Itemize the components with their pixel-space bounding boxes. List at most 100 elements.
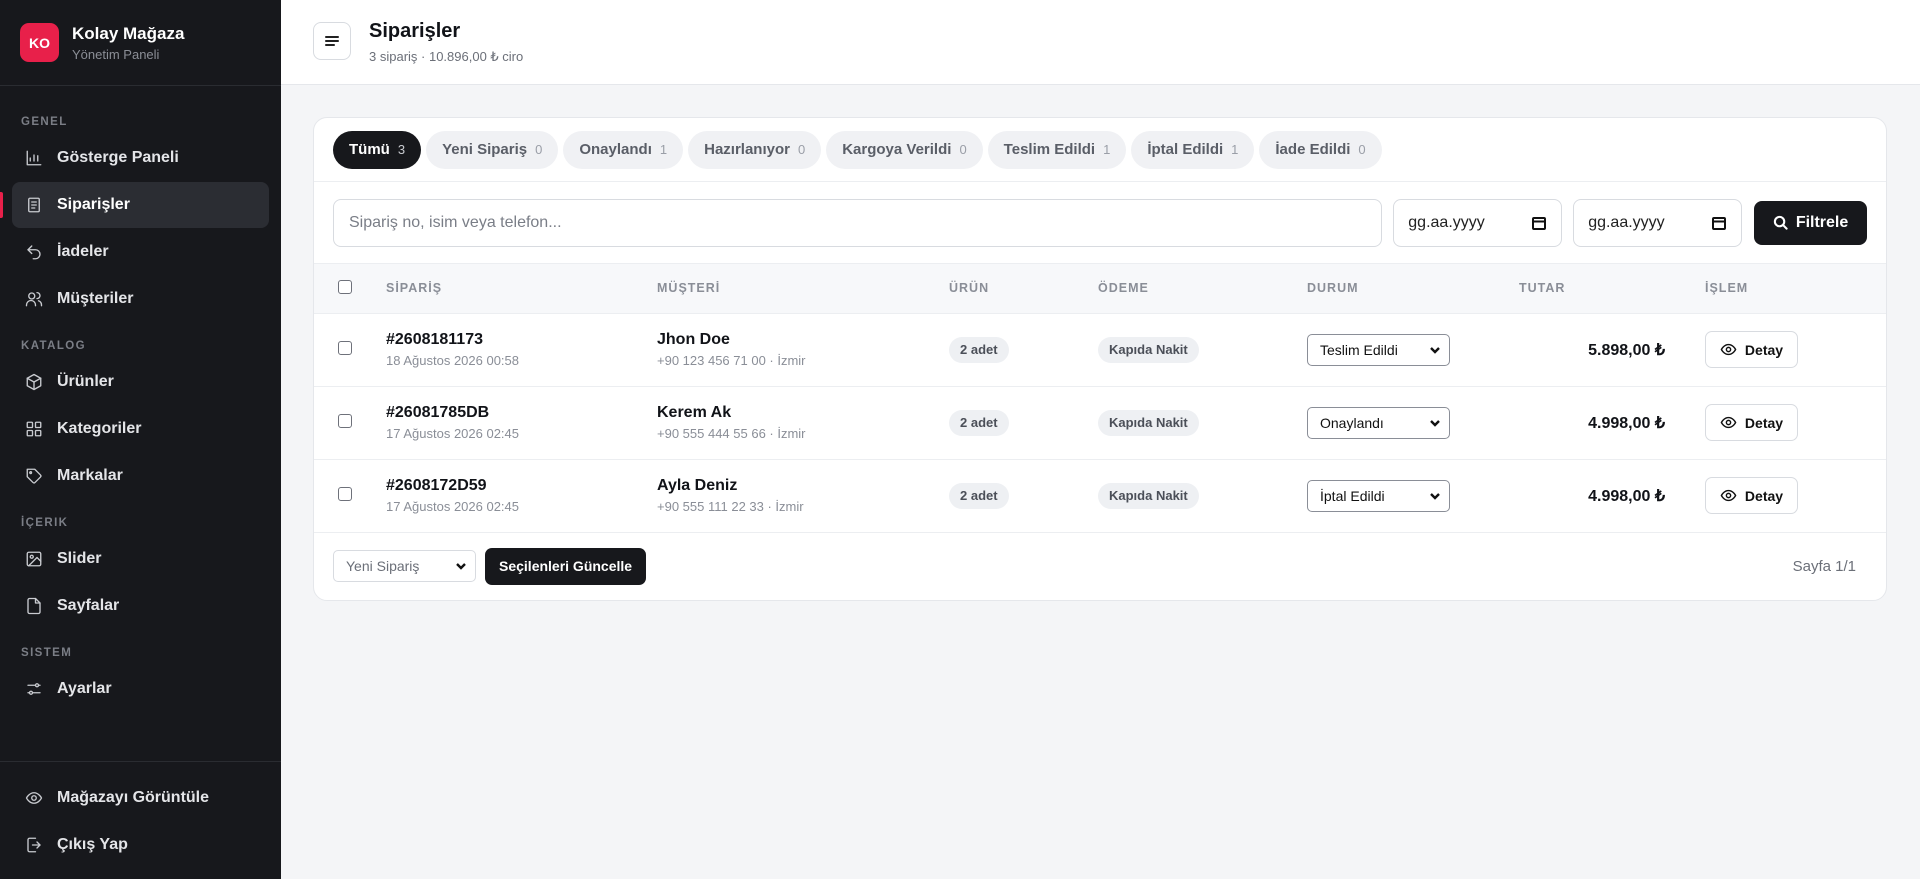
sidebar-item-label: Çıkış Yap	[57, 836, 128, 853]
logout-icon	[27, 837, 41, 853]
date-from-placeholder: gg.aa.yyyy	[1408, 213, 1485, 231]
sidebar-item-returns[interactable]: İadeler	[12, 229, 269, 275]
view-store-link[interactable]: Mağazayı Görüntüle	[12, 775, 269, 821]
bulk-status-value: Yeni Sipariş	[346, 558, 420, 574]
status-select[interactable]: Onaylandı	[1307, 406, 1450, 439]
tab-cancelled[interactable]: İptal Edildi 1	[1131, 130, 1255, 169]
select-all-checkbox[interactable]	[338, 279, 352, 294]
row-checkbox[interactable]	[338, 414, 352, 428]
sidebar-item-label: Ürünler	[57, 373, 114, 390]
bulk-status-select[interactable]: Yeni Sipariş	[333, 550, 476, 582]
tab-label: Yeni Sipariş	[442, 141, 528, 158]
nav-section-title: SISTEM	[21, 646, 73, 659]
nav-section-title: KATALOG	[21, 339, 86, 352]
sidebar-item-brands[interactable]: Markalar	[12, 453, 269, 499]
customer-name: Jhon Doe	[657, 331, 730, 348]
status-select[interactable]: Teslim Edildi	[1307, 333, 1450, 366]
bulk-update-button[interactable]: Seçilenleri Güncelle	[485, 547, 647, 585]
detail-button[interactable]: Detay	[1705, 477, 1798, 514]
chevron-down-icon	[456, 563, 466, 570]
search-input[interactable]	[333, 198, 1383, 247]
quantity-badge: 2 adet	[949, 482, 1009, 509]
tab-delivered[interactable]: Teslim Edildi 1	[987, 130, 1127, 169]
sidebar-footer: Mağazayı Görüntüle Çıkış Yap	[0, 761, 281, 879]
detail-button-label: Detay	[1744, 487, 1784, 504]
customer-name: Kerem Ak	[657, 404, 732, 421]
status-value: Teslim Edildi	[1320, 341, 1398, 358]
sidebar-item-categories[interactable]: Kategoriler	[12, 406, 269, 452]
sidebar-item-slider[interactable]: Slider	[12, 536, 269, 582]
tab-label: Hazırlanıyor	[704, 141, 790, 158]
sidebar-item-customers[interactable]: Müşteriler	[12, 276, 269, 322]
order-amount: 4.998,00 ₺	[1588, 487, 1665, 505]
sidebar-item-orders[interactable]: Siparişler	[0, 182, 269, 228]
order-number[interactable]: #2608172D59	[386, 477, 657, 495]
content: Tümü 3 Yeni Sipariş 0 Onaylandı 1 Hazırlanı…	[281, 85, 1920, 601]
sidebar-item-label: Mağazayı Görüntüle	[57, 789, 210, 806]
sidebar-item-label: Siparişler	[57, 196, 130, 213]
calendar-icon	[1532, 216, 1547, 230]
detail-button[interactable]: Detay	[1705, 331, 1798, 368]
tab-label: Kargoya Verildi	[842, 141, 952, 158]
filter-button[interactable]: Filtrele	[1754, 200, 1868, 245]
payment-badge: Kapıda Nakit	[1098, 409, 1199, 436]
status-value: Onaylandı	[1320, 414, 1384, 431]
tab-all[interactable]: Tümü 3	[333, 130, 422, 169]
customer-contact: +90 123 456 71 00 · İzmir	[657, 353, 806, 368]
date-to-placeholder: gg.aa.yyyy	[1588, 213, 1665, 231]
eye-icon	[1720, 416, 1737, 429]
order-number[interactable]: #2608181173	[386, 331, 657, 349]
brand-logo: KO	[20, 23, 59, 62]
date-from-field[interactable]: gg.aa.yyyy	[1393, 198, 1563, 247]
sidebar-item-label: Ayarlar	[57, 680, 112, 697]
detail-button-label: Detay	[1744, 341, 1784, 358]
tab-count: 1	[1103, 142, 1111, 157]
column-header: MÜŞTERİ	[657, 281, 721, 296]
row-checkbox[interactable]	[338, 341, 352, 355]
nav-section-title: GENEL	[21, 115, 68, 128]
eye-icon	[25, 792, 43, 804]
sidebar-nav: GENEL Gösterge Paneli Siparişler İadeler…	[0, 86, 281, 761]
date-to-field[interactable]: gg.aa.yyyy	[1573, 198, 1743, 247]
tab-label: İade Edildi	[1275, 141, 1351, 158]
sidebar-item-settings[interactable]: Ayarlar	[12, 666, 269, 712]
brand-name: Kolay Mağaza	[72, 23, 185, 43]
order-amount: 4.998,00 ₺	[1588, 414, 1665, 432]
tab-shipped[interactable]: Kargoya Verildi 0	[826, 130, 983, 169]
tab-label: Tümü	[349, 141, 390, 158]
eye-icon	[1720, 343, 1737, 356]
detail-button[interactable]: Detay	[1705, 404, 1798, 441]
tab-count: 0	[535, 142, 543, 157]
status-value: İptal Edildi	[1320, 487, 1385, 504]
order-date: 18 Ağustos 2026 00:58	[386, 353, 520, 368]
eye-icon	[1720, 489, 1737, 502]
calendar-icon	[1712, 216, 1727, 230]
tab-count: 1	[659, 142, 668, 157]
tab-preparing[interactable]: Hazırlanıyor 0	[688, 130, 822, 169]
sidebar-item-products[interactable]: Ürünler	[12, 359, 269, 405]
table-row: #26081785DB 17 Ağustos 2026 02:45 Kerem A…	[314, 386, 1886, 459]
tab-confirmed[interactable]: Onaylandı 1	[563, 130, 684, 169]
sidebar-item-dashboard[interactable]: Gösterge Paneli	[12, 135, 269, 181]
menu-toggle-button[interactable]	[313, 22, 351, 60]
quantity-badge: 2 adet	[949, 336, 1009, 363]
search-icon	[1773, 215, 1788, 230]
row-checkbox[interactable]	[338, 487, 352, 501]
pagination-info: Sayfa 1/1	[1792, 557, 1856, 575]
sidebar-item-pages[interactable]: Sayfalar	[12, 583, 269, 629]
main-area: Siparişler 3 sipariş · 10.896,00 ₺ ciro …	[281, 0, 1920, 879]
tab-label: İptal Edildi	[1147, 141, 1224, 158]
table-row: #2608181173 18 Ağustos 2026 00:58 Jhon Do…	[314, 313, 1886, 386]
table-row: #2608172D59 17 Ağustos 2026 02:45 Ayla De…	[314, 459, 1886, 532]
tab-returned[interactable]: İade Edildi 0	[1259, 130, 1382, 169]
topbar: Siparişler 3 sipariş · 10.896,00 ₺ ciro	[281, 0, 1920, 85]
tab-count: 0	[959, 142, 967, 157]
status-select[interactable]: İptal Edildi	[1307, 479, 1450, 512]
column-header: SİPARİŞ	[386, 281, 443, 296]
orders-table: SİPARİŞ MÜŞTERİ ÜRÜN ÖDEME DURUM TUTAR İ…	[314, 264, 1886, 533]
logout-link[interactable]: Çıkış Yap	[12, 822, 269, 868]
column-header: ÜRÜN	[949, 281, 990, 296]
payment-badge: Kapıda Nakit	[1098, 336, 1199, 363]
order-number[interactable]: #26081785DB	[386, 404, 657, 422]
tab-new-order[interactable]: Yeni Sipariş 0	[426, 130, 559, 169]
